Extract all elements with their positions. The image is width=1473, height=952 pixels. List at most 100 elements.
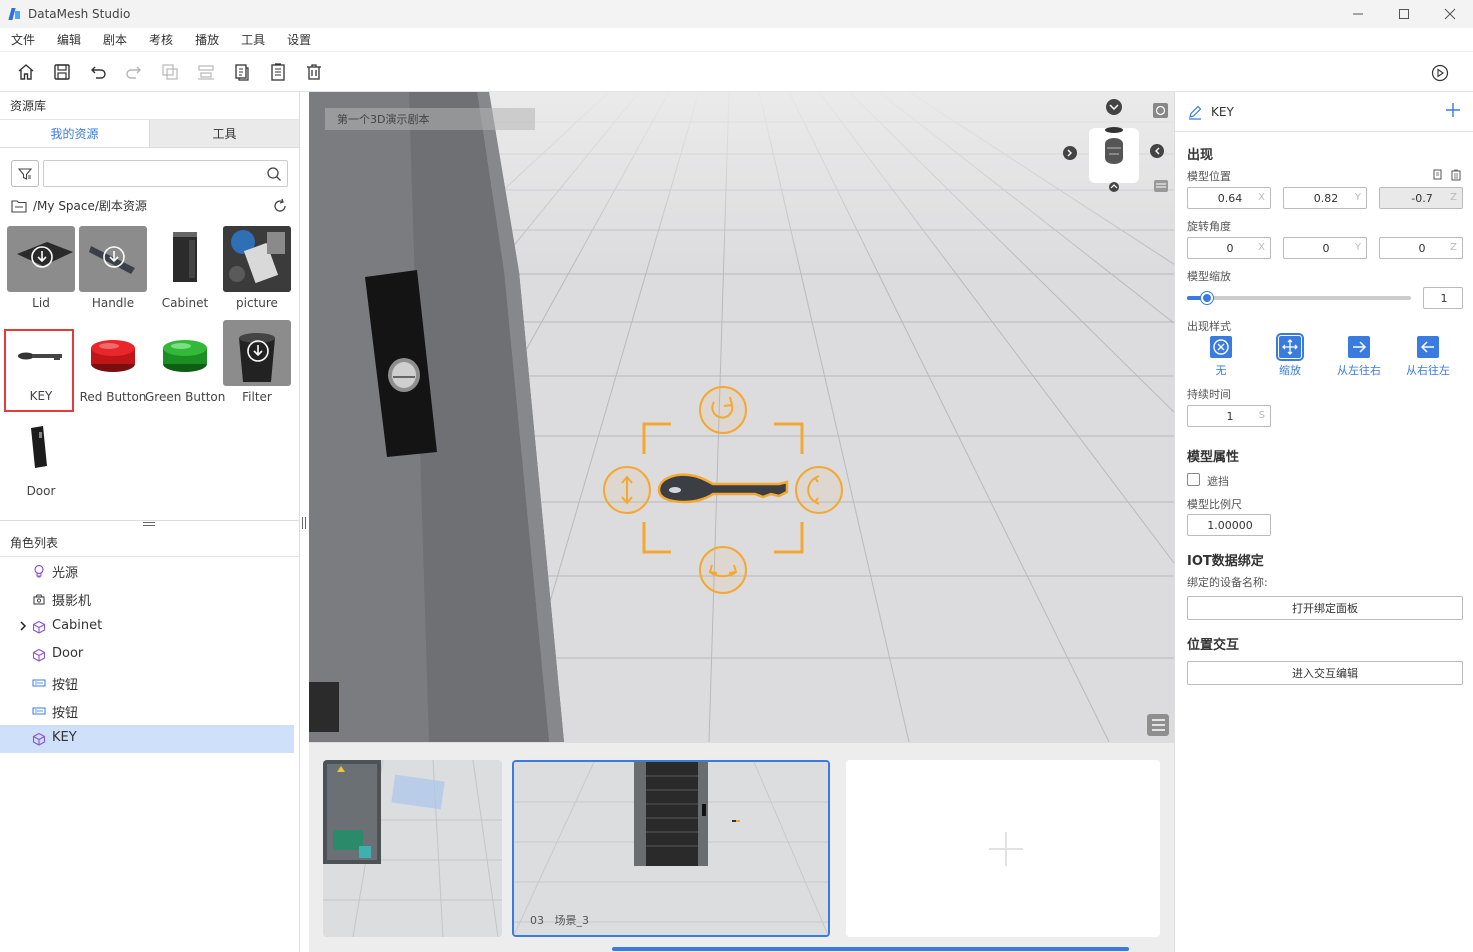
style-right-to-left-option[interactable]: 从右往左 (1395, 336, 1455, 380)
tab-tools[interactable]: 工具 (149, 120, 299, 147)
asset-thumbnail (223, 226, 291, 292)
list-button[interactable] (260, 57, 296, 87)
asset-green-button[interactable]: Green Button (145, 320, 225, 412)
asset-thumbnail (6, 331, 72, 393)
search-box (43, 160, 288, 187)
paste-values-icon[interactable] (1450, 169, 1462, 181)
splitter-grip-icon (302, 517, 306, 529)
add-icon[interactable] (1445, 102, 1461, 118)
save-button[interactable] (44, 57, 80, 87)
add-scene-icon (989, 832, 1023, 866)
role-item-cabinet[interactable]: Cabinet (0, 613, 300, 641)
search-icon[interactable] (266, 166, 282, 182)
paste-button[interactable] (224, 57, 260, 87)
collapse-view-button[interactable] (1097, 100, 1115, 118)
asset-red-button[interactable]: Red Button (79, 320, 147, 412)
role-item-key[interactable]: KEY (0, 725, 294, 753)
scale-slider-handle[interactable] (1201, 292, 1214, 304)
style-scale-option[interactable]: 缩放 (1257, 333, 1317, 380)
asset-door[interactable]: Door (7, 414, 75, 506)
occlude-checkbox[interactable] (1187, 473, 1200, 486)
download-icon[interactable] (245, 338, 271, 364)
model-attr-title: 模型属性 (1187, 450, 1240, 465)
home-icon (18, 63, 34, 80)
arrow-left-icon (1417, 336, 1439, 358)
position-label: 模型位置 (1187, 170, 1231, 183)
maximize-button[interactable] (1381, 0, 1427, 28)
panel-splitter[interactable] (0, 520, 300, 528)
asset-thumbnail (7, 414, 75, 480)
scene-card-2[interactable]: 03 场景_3 (512, 760, 830, 937)
menu-edit[interactable]: 编辑 (46, 31, 92, 48)
menu-exam[interactable]: 考核 (138, 31, 184, 48)
app-logo-icon (8, 7, 22, 21)
menu-file[interactable]: 文件 (0, 31, 46, 48)
library-title: 资源库 (0, 92, 299, 120)
filter-button[interactable] (11, 160, 39, 187)
save-icon (54, 63, 70, 80)
add-scene-card[interactable] (846, 760, 1160, 937)
asset-filter[interactable]: Filter (223, 320, 291, 412)
menu-play[interactable]: 播放 (184, 31, 230, 48)
asset-key[interactable]: KEY (4, 329, 74, 412)
delete-button[interactable] (296, 57, 332, 87)
asset-lid[interactable]: Lid (7, 226, 75, 318)
3d-viewport[interactable]: 第一个3D演示剧本 (309, 92, 1174, 742)
ratio-input[interactable]: 1.00000 (1187, 514, 1271, 536)
view-cube-icon[interactable] (1089, 128, 1139, 183)
play-icon[interactable] (1431, 64, 1449, 82)
arrow-right-icon (1348, 336, 1370, 358)
open-binding-panel-button[interactable]: 打开绑定面板 (1187, 596, 1463, 620)
object-name: KEY (1211, 104, 1234, 119)
scale-input[interactable]: 1 (1423, 287, 1463, 309)
asset-cabinet[interactable]: Cabinet (151, 226, 219, 318)
rotation-z-input[interactable]: 0Z (1379, 237, 1463, 259)
close-button[interactable] (1427, 0, 1473, 28)
role-item-button-1[interactable]: 按钮 (0, 669, 300, 697)
duration-input[interactable]: 1S (1187, 405, 1271, 427)
style-left-to-right-option[interactable]: 从左往右 (1326, 336, 1386, 380)
role-item-button-2[interactable]: 按钮 (0, 697, 300, 725)
search-input[interactable] (44, 161, 287, 186)
scene-strip-scrollbar[interactable] (612, 947, 1129, 951)
scene-strip: 03 场景_3 (309, 742, 1174, 952)
minimize-button[interactable] (1335, 0, 1381, 28)
home-button[interactable] (8, 57, 44, 87)
vertical-splitter[interactable] (300, 92, 309, 952)
role-label: Cabinet (52, 618, 103, 633)
copy-values-icon[interactable] (1432, 169, 1444, 181)
position-x-input[interactable]: 0.64 X (1187, 187, 1271, 209)
download-icon[interactable] (29, 244, 55, 270)
rotation-y-input[interactable]: 0Y (1283, 237, 1367, 259)
position-y-input[interactable]: 0.82 Y (1283, 187, 1367, 209)
style-none-option[interactable]: 无 (1188, 336, 1248, 380)
asset-picture[interactable]: picture (223, 226, 291, 318)
asset-label: picture (236, 296, 278, 310)
scene-card-1[interactable] (323, 760, 502, 937)
align-button[interactable] (188, 57, 224, 87)
scene-label: 03 场景_3 (530, 914, 589, 927)
menu-tools[interactable]: 工具 (230, 31, 276, 48)
enter-interaction-edit-button[interactable]: 进入交互编辑 (1187, 661, 1463, 685)
copy-button[interactable] (152, 57, 188, 87)
menu-settings[interactable]: 设置 (276, 31, 322, 48)
style-option-label: 缩放 (1279, 364, 1301, 377)
menu-script[interactable]: 剧本 (92, 31, 138, 48)
scale-slider-track[interactable] (1187, 292, 1411, 304)
position-z-input[interactable]: -0.7 Z (1379, 187, 1463, 209)
layers-menu-icon[interactable] (1147, 714, 1169, 736)
role-item-light[interactable]: 光源 (0, 557, 300, 585)
rotation-x-input[interactable]: 0X (1187, 237, 1271, 259)
style-option-label: 从左往右 (1337, 364, 1381, 377)
role-item-door[interactable]: Door (0, 641, 300, 669)
role-item-camera[interactable]: 摄影机 (0, 585, 300, 613)
undo-button[interactable] (80, 57, 116, 87)
refresh-icon[interactable] (272, 198, 288, 214)
properties-panel: KEY 出现 模型位置 0.64 X 0.82 Y -0.7 Z 旋转角度 0X 0Y… (1174, 92, 1473, 952)
edit-icon[interactable] (1187, 104, 1203, 120)
download-icon[interactable] (101, 244, 127, 270)
asset-handle[interactable]: Handle (79, 226, 147, 318)
redo-button[interactable] (116, 57, 152, 87)
chevron-right-icon[interactable] (18, 620, 28, 632)
tab-my-resources[interactable]: 我的资源 (0, 120, 149, 147)
